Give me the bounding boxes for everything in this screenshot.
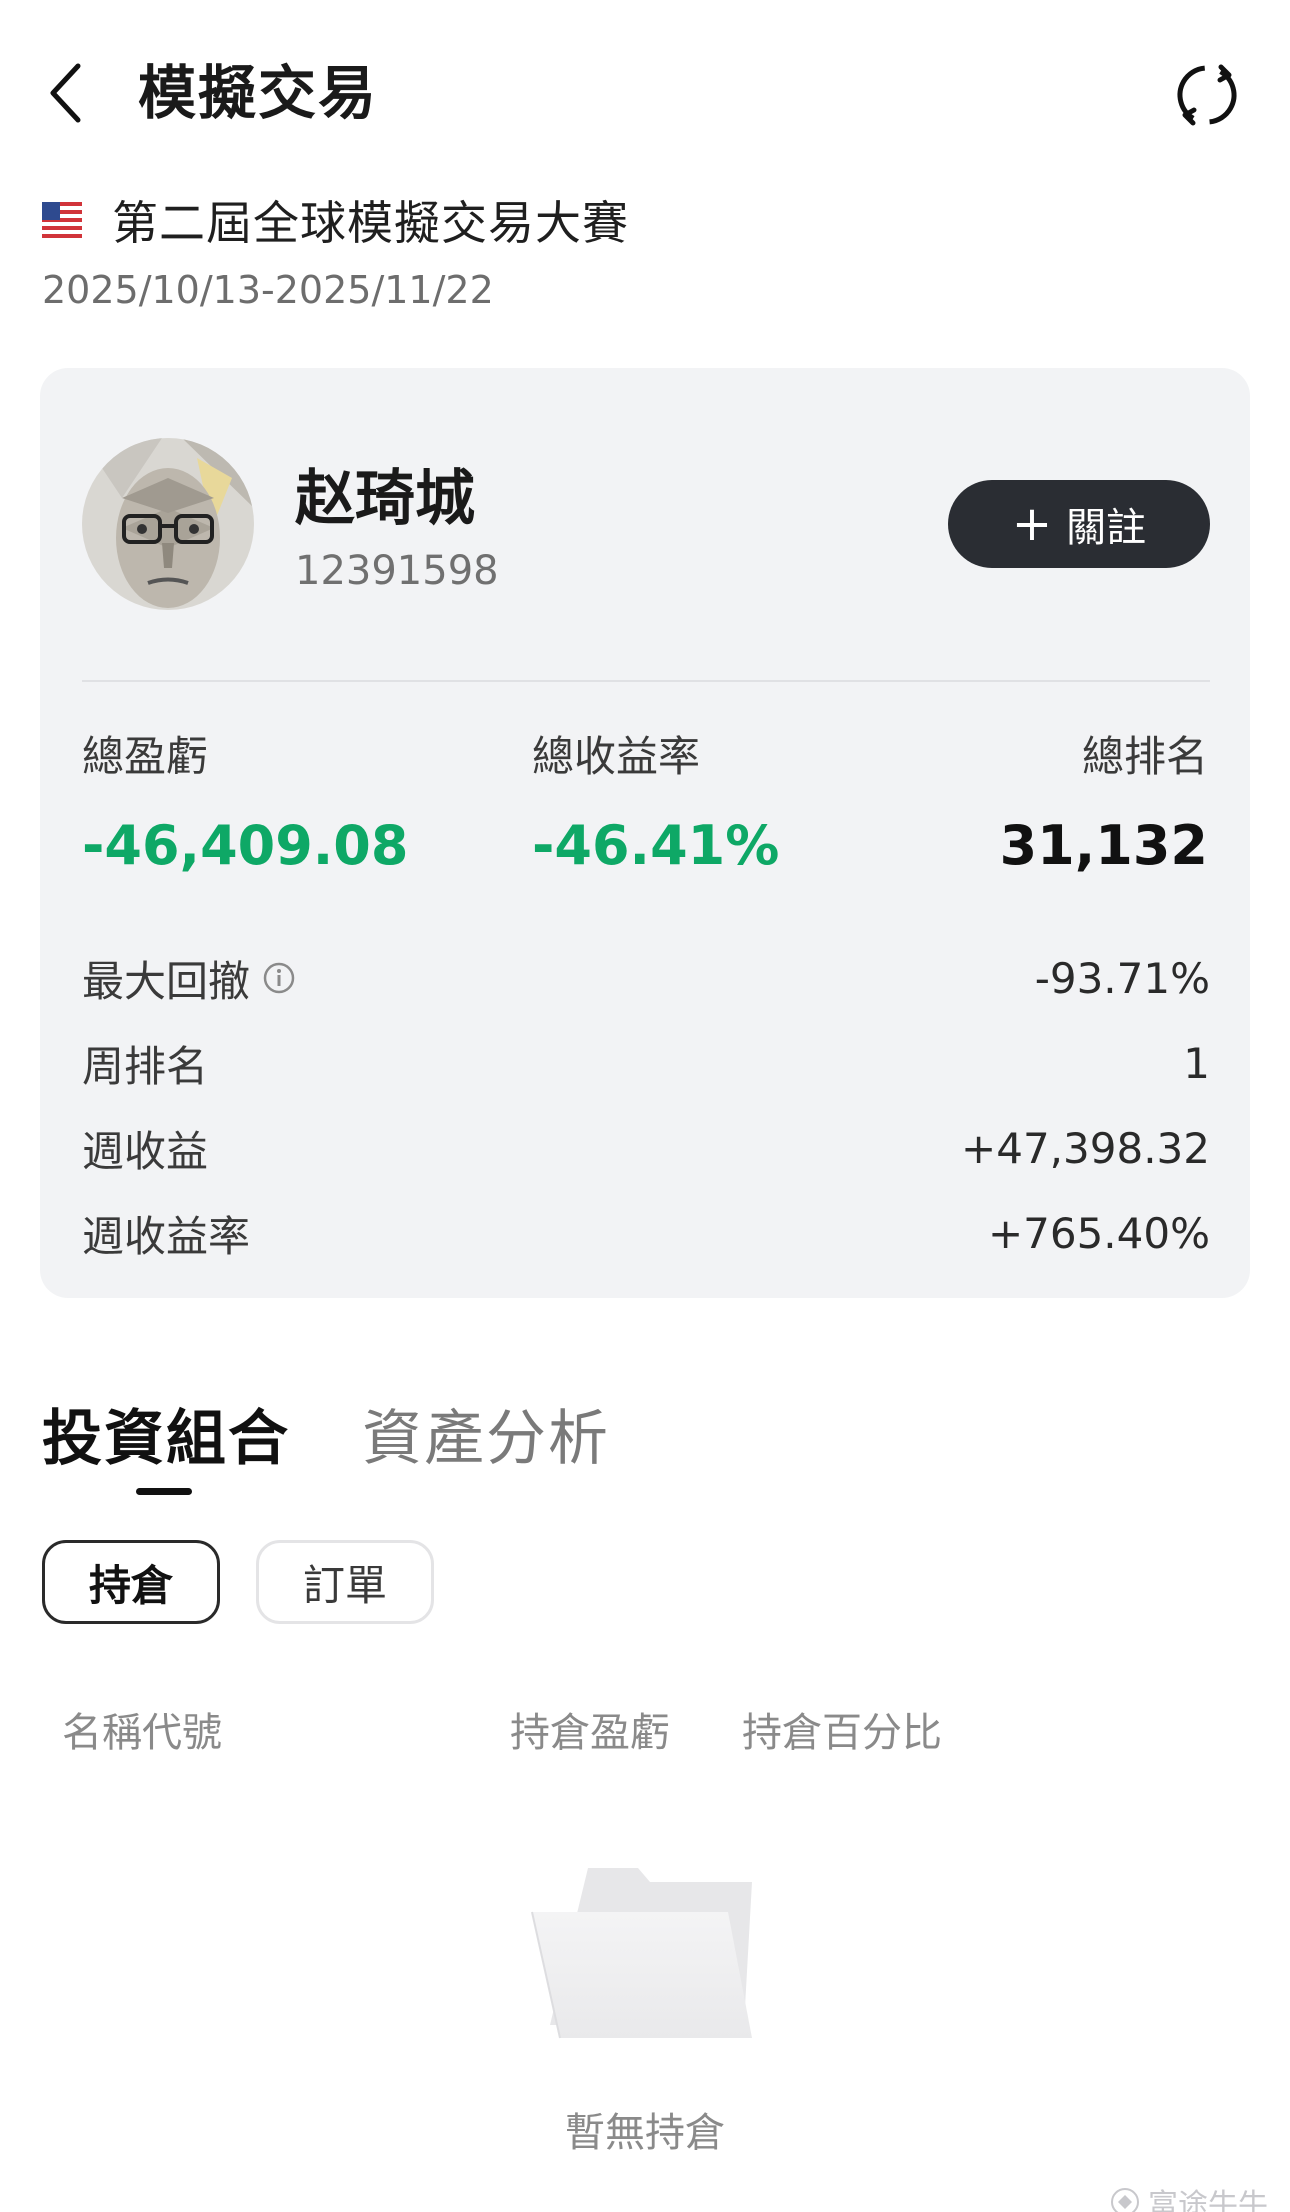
empty-folder-icon xyxy=(531,1868,752,2039)
back-arrow-icon[interactable] xyxy=(38,58,92,128)
detail-label: 週收益率 xyxy=(82,1211,251,1261)
refresh-icon[interactable] xyxy=(1172,60,1242,130)
subtab-orders[interactable]: 訂單 xyxy=(256,1540,434,1624)
detail-row-weekly-return: 週收益率 +765.40% xyxy=(82,1203,1210,1263)
detail-value: -93.71% xyxy=(1034,953,1210,1003)
plus-icon: + xyxy=(1011,496,1053,552)
follow-button[interactable]: + 關註 xyxy=(948,480,1210,568)
detail-value: +47,398.32 xyxy=(961,1123,1210,1173)
top-bar: 模擬交易 xyxy=(0,0,1290,190)
empty-state-text: 暫無持倉 xyxy=(565,2110,725,2156)
total-pl-label: 總盈虧 xyxy=(82,732,209,781)
divider xyxy=(82,680,1210,682)
tab-portfolio[interactable]: 投資組合 xyxy=(42,1390,290,1500)
page-title: 模擬交易 xyxy=(138,59,379,127)
subtab-holdings[interactable]: 持倉 xyxy=(42,1540,220,1624)
profile-card: 赵琦城 12391598 + 關註 總盈虧 -46,409.08 總收益率 -4… xyxy=(40,368,1250,1298)
column-header-percent: 持倉百分比 xyxy=(742,1710,942,1756)
user-name: 赵琦城 xyxy=(295,464,475,534)
detail-row-weekly-pl: 週收益 +47,398.32 xyxy=(82,1118,1210,1178)
detail-row-weekly-rank: 周排名 1 xyxy=(82,1033,1210,1093)
tab-asset-analysis[interactable]: 資產分析 xyxy=(362,1390,610,1500)
watermark: 富途牛牛 xyxy=(1110,2180,1268,2212)
detail-label: 最大回撤 xyxy=(82,956,251,1006)
contest-name: 第二屆全球模擬交易大賽 xyxy=(112,196,629,250)
watermark-text: 富途牛牛 xyxy=(1148,2188,1268,2212)
total-pl-stat: 總盈虧 -46,409.08 xyxy=(82,723,408,877)
detail-row-max-drawdown: 最大回撤 -93.71% xyxy=(82,948,1210,1008)
total-rank-stat: 總排名 31,132 xyxy=(1000,723,1208,877)
column-header-pl: 持倉盈虧 xyxy=(510,1710,670,1756)
detail-value: +765.40% xyxy=(987,1208,1210,1258)
total-rank-label: 總排名 xyxy=(1081,732,1208,781)
total-return-value: -46.41% xyxy=(532,814,780,877)
futu-logo-icon xyxy=(1111,2188,1139,2212)
detail-label: 週收益 xyxy=(82,1126,209,1176)
info-icon[interactable] xyxy=(262,961,296,995)
total-return-label: 總收益率 xyxy=(532,732,701,781)
total-rank-value: 31,132 xyxy=(999,814,1208,877)
user-id: 12391598 xyxy=(295,548,499,594)
avatar[interactable] xyxy=(82,438,254,610)
total-pl-value: -46,409.08 xyxy=(82,814,409,877)
section-tabs: 投資組合 資產分析 xyxy=(42,1390,610,1500)
detail-value: 1 xyxy=(1183,1038,1210,1088)
follow-label: 關註 xyxy=(1066,505,1147,551)
contest-date-range: 2025/10/13-2025/11/22 xyxy=(42,268,494,312)
contest-header: 第二屆全球模擬交易大賽 xyxy=(42,190,629,250)
us-flag-icon xyxy=(42,202,82,238)
detail-label: 周排名 xyxy=(82,1041,209,1091)
active-tab-indicator xyxy=(136,1488,192,1495)
column-header-name: 名稱代號 xyxy=(62,1710,222,1756)
total-return-stat: 總收益率 -46.41% xyxy=(532,723,779,877)
